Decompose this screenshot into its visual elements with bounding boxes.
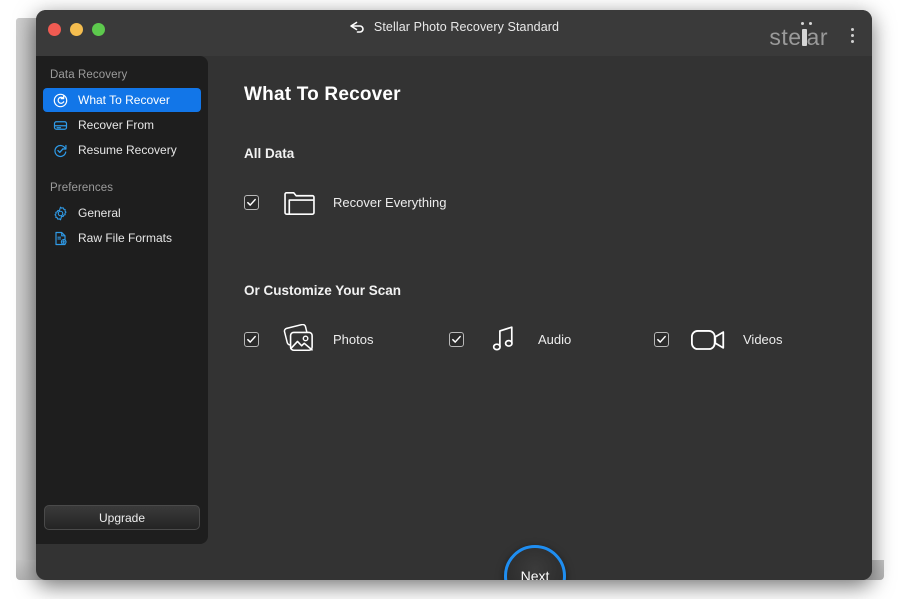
gear-icon <box>51 204 69 222</box>
sidebar: Data Recovery What To Recover <box>36 56 208 544</box>
option-photos[interactable]: Photos <box>244 322 449 356</box>
checkbox-recover-everything[interactable] <box>244 195 259 210</box>
sidebar-item-what-to-recover[interactable]: What To Recover <box>43 88 201 112</box>
option-audio[interactable]: Audio <box>449 322 654 356</box>
brand-double-l-mark <box>802 29 807 50</box>
stellar-logo: ste ar <box>769 24 828 51</box>
kebab-menu-icon[interactable] <box>851 28 854 43</box>
option-recover-everything[interactable]: Recover Everything <box>244 185 446 219</box>
sidebar-item-label: Raw File Formats <box>78 231 172 245</box>
screen-root: Stellar Photo Recovery Standard ste ar D… <box>0 0 900 599</box>
option-label: Photos <box>333 332 373 347</box>
sidebar-item-resume-recovery[interactable]: Resume Recovery <box>43 138 201 162</box>
section-title-all-data: All Data <box>244 146 872 161</box>
titlebar-center: Stellar Photo Recovery Standard <box>36 20 872 34</box>
sidebar-item-label: Recover From <box>78 118 154 132</box>
next-button-wrap: Next <box>504 545 566 580</box>
option-label: Audio <box>538 332 571 347</box>
folder-icon <box>279 185 319 219</box>
main-content: What To Recover All Data <box>208 56 872 580</box>
minimize-button[interactable] <box>70 23 83 36</box>
raw-file-icon <box>51 229 69 247</box>
video-camera-icon <box>689 322 729 356</box>
customize-options-row: Photos Audio <box>244 322 872 356</box>
resume-check-icon <box>51 141 69 159</box>
checkbox-audio[interactable] <box>449 332 464 347</box>
photos-icon <box>279 322 319 356</box>
checkbox-videos[interactable] <box>654 332 669 347</box>
sidebar-item-label: What To Recover <box>78 93 170 107</box>
sidebar-item-recover-from[interactable]: Recover From <box>43 113 201 137</box>
sidebar-item-label: Resume Recovery <box>78 143 177 157</box>
maximize-button[interactable] <box>92 23 105 36</box>
sidebar-spacer <box>36 163 208 177</box>
window-title: Stellar Photo Recovery Standard <box>374 20 559 34</box>
section-title-customize: Or Customize Your Scan <box>244 283 872 298</box>
brand-text-prefix: ste <box>769 24 801 51</box>
brand-dots <box>801 22 812 26</box>
sidebar-group-label-preferences: Preferences <box>36 177 208 200</box>
next-button[interactable]: Next <box>504 545 566 580</box>
back-arrow-icon[interactable] <box>349 21 366 34</box>
target-recover-icon <box>51 91 69 109</box>
sidebar-group-label-data-recovery: Data Recovery <box>36 64 208 87</box>
titlebar: Stellar Photo Recovery Standard ste ar <box>36 10 872 56</box>
option-videos[interactable]: Videos <box>654 322 783 356</box>
drive-icon <box>51 116 69 134</box>
all-data-row: Recover Everything <box>244 185 872 219</box>
option-label: Recover Everything <box>333 195 446 210</box>
upgrade-button[interactable]: Upgrade <box>44 505 200 530</box>
close-button[interactable] <box>48 23 61 36</box>
page-title: What To Recover <box>244 84 872 106</box>
sidebar-item-general[interactable]: General <box>43 201 201 225</box>
traffic-light-controls[interactable] <box>48 23 105 36</box>
app-window: Stellar Photo Recovery Standard ste ar D… <box>36 10 872 580</box>
checkbox-photos[interactable] <box>244 332 259 347</box>
upgrade-button-wrap: Upgrade <box>36 505 208 530</box>
option-label: Videos <box>743 332 783 347</box>
sidebar-item-label: General <box>78 206 121 220</box>
sidebar-item-raw-file-formats[interactable]: Raw File Formats <box>43 226 201 250</box>
audio-note-icon <box>484 322 524 356</box>
brand-text-suffix: ar <box>807 24 828 51</box>
